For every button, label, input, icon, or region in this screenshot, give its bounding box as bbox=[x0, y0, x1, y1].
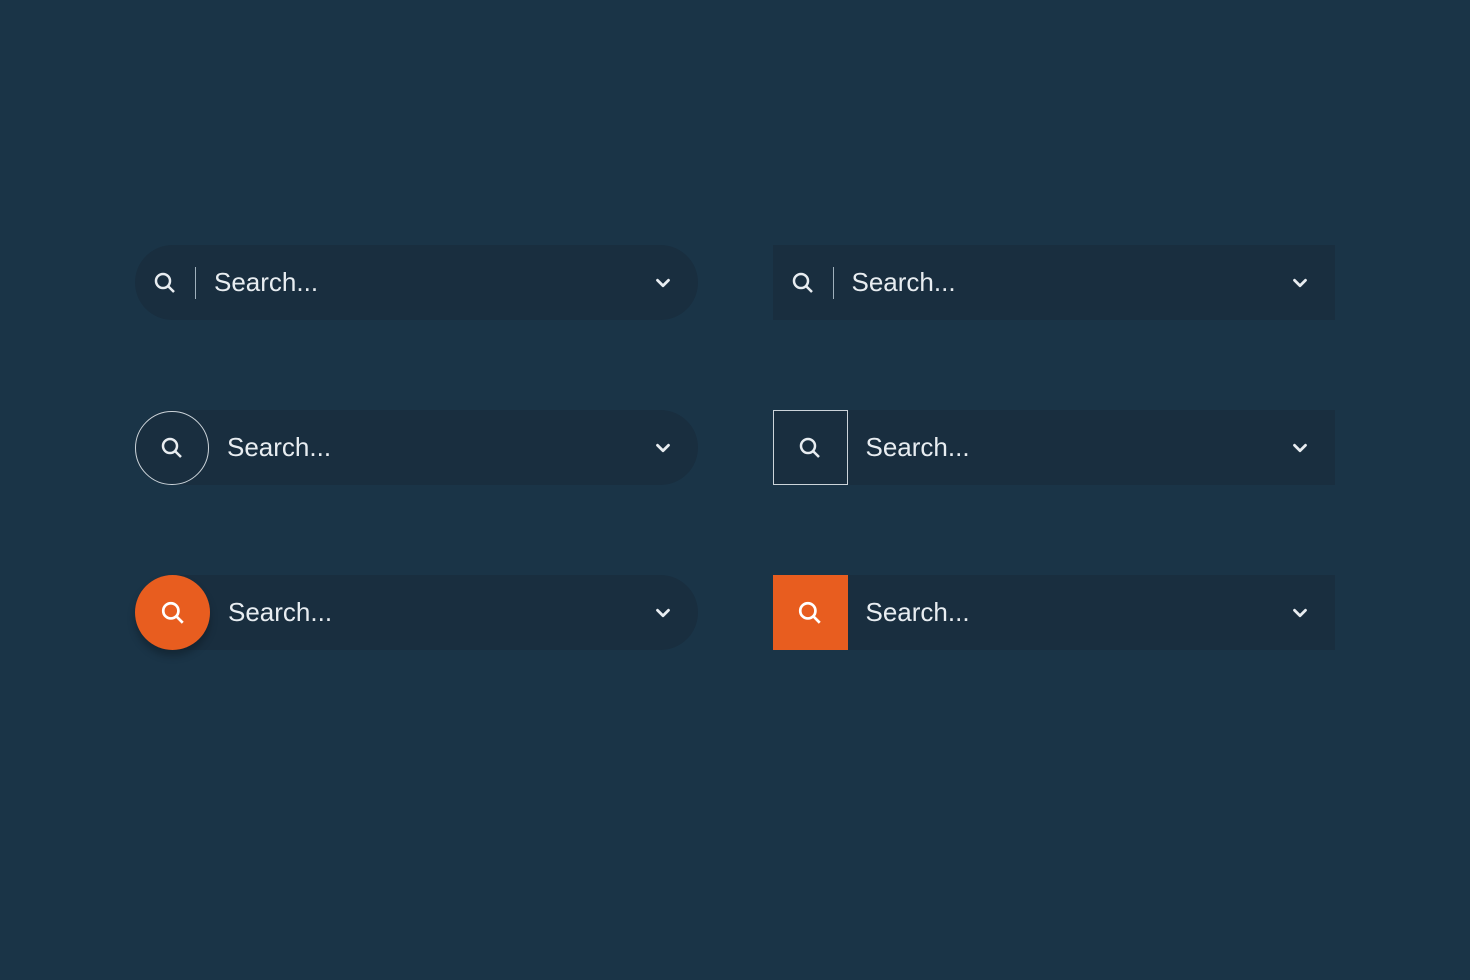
search-input[interactable] bbox=[834, 267, 1266, 298]
search-bar-rect-square-outline bbox=[773, 410, 1336, 485]
search-bar-pill-circle-filled bbox=[135, 575, 698, 650]
search-bar-rect-inline bbox=[773, 245, 1336, 320]
dropdown-toggle[interactable] bbox=[628, 272, 698, 294]
search-bar-pill-inline bbox=[135, 245, 698, 320]
chevron-down-icon bbox=[652, 272, 674, 294]
search-icon[interactable] bbox=[135, 411, 209, 485]
search-input[interactable] bbox=[848, 597, 1266, 628]
chevron-down-icon bbox=[1289, 272, 1311, 294]
chevron-down-icon bbox=[652, 602, 674, 624]
search-icon bbox=[797, 600, 823, 626]
dropdown-toggle[interactable] bbox=[628, 437, 698, 459]
chevron-down-icon bbox=[1289, 602, 1311, 624]
search-bar-rect-square-filled bbox=[773, 575, 1336, 650]
search-bar-pill-circle-outline bbox=[135, 410, 698, 485]
chevron-down-icon bbox=[1289, 437, 1311, 459]
search-input[interactable] bbox=[196, 267, 628, 298]
dropdown-toggle[interactable] bbox=[1265, 272, 1335, 294]
dropdown-toggle[interactable] bbox=[1265, 437, 1335, 459]
search-input[interactable] bbox=[848, 432, 1266, 463]
dropdown-toggle[interactable] bbox=[1265, 602, 1335, 624]
search-icon bbox=[160, 600, 186, 626]
dropdown-toggle[interactable] bbox=[628, 602, 698, 624]
search-input[interactable] bbox=[210, 597, 628, 628]
search-button[interactable] bbox=[135, 575, 210, 650]
search-input[interactable] bbox=[209, 432, 628, 463]
search-button[interactable] bbox=[773, 575, 848, 650]
chevron-down-icon bbox=[652, 437, 674, 459]
search-icon[interactable] bbox=[135, 245, 195, 320]
search-icon[interactable] bbox=[773, 410, 848, 485]
search-icon[interactable] bbox=[773, 245, 833, 320]
